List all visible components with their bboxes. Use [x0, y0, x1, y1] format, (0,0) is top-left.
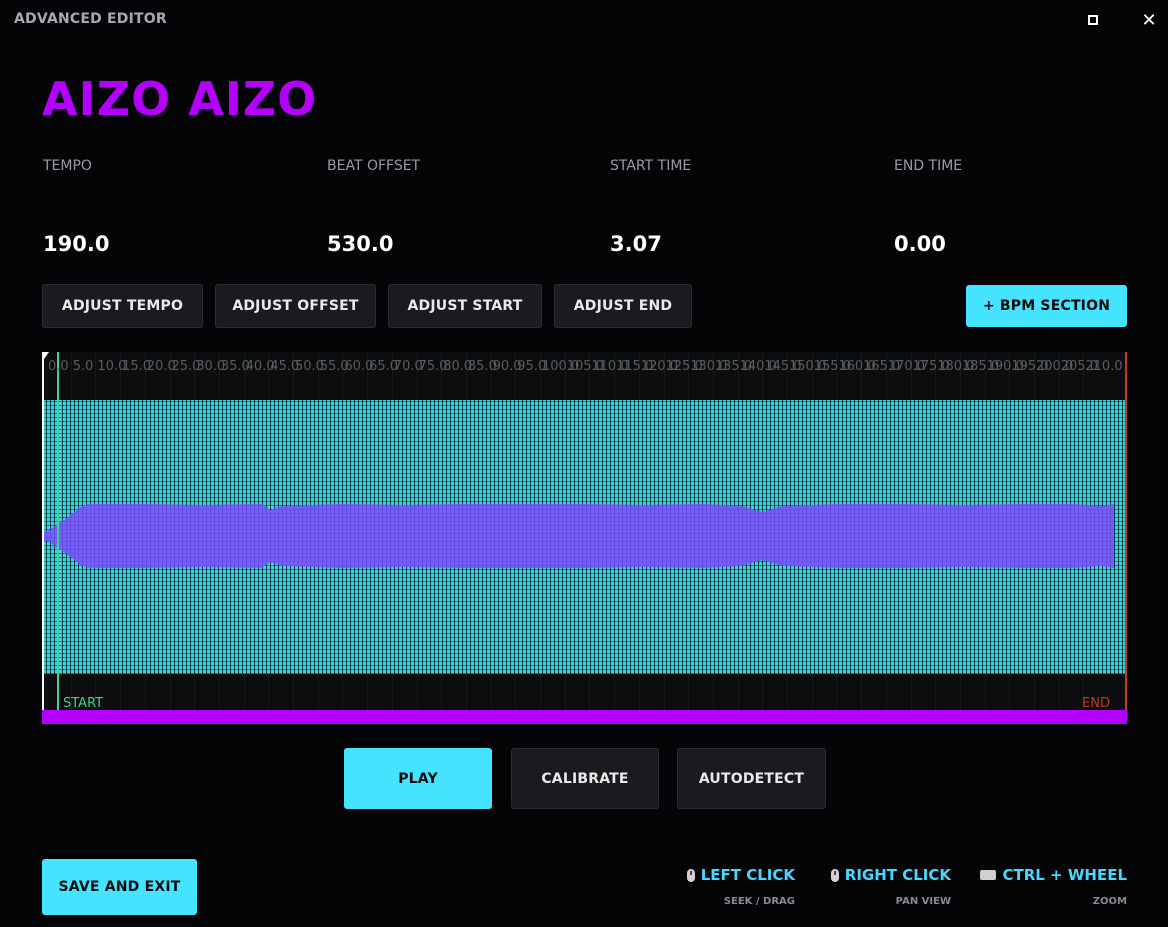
time-tick-label: 0.0 — [48, 359, 69, 374]
maximize-button[interactable] — [1079, 6, 1107, 34]
beat-offset-field: BEAT OFFSET 530.0 — [327, 158, 567, 256]
beat-offset-value: 530.0 — [327, 232, 394, 256]
end-time-label: END TIME — [894, 158, 963, 174]
add-bpm-section-button[interactable]: + BPM SECTION — [966, 285, 1127, 327]
hint-left-click-sub: SEEK / DRAG — [723, 896, 795, 907]
end-time-value: 0.00 — [894, 232, 946, 256]
hint-ctrl-wheel-title: CTRL + WHEEL — [1002, 866, 1127, 884]
save-and-exit-button[interactable]: SAVE AND EXIT — [42, 859, 197, 915]
tempo-value: 190.0 — [43, 232, 110, 256]
time-tick-label: 210.0 — [1085, 359, 1123, 374]
end-marker[interactable] — [1125, 352, 1127, 710]
adjust-tempo-button[interactable]: ADJUST TEMPO — [42, 284, 203, 328]
window-title: ADVANCED EDITOR — [14, 11, 167, 27]
adjust-start-button[interactable]: ADJUST START — [388, 284, 542, 328]
close-icon: ✕ — [1141, 9, 1157, 31]
start-time-label: START TIME — [610, 158, 692, 174]
hint-ctrl-wheel: CTRL + WHEEL ZOOM — [980, 866, 1127, 907]
maximize-icon — [1088, 15, 1098, 25]
start-time-value: 3.07 — [610, 232, 662, 256]
tempo-field: TEMPO 190.0 — [43, 158, 283, 256]
keyboard-icon — [980, 870, 997, 880]
hint-right-click-title: RIGHT CLICK — [844, 866, 951, 884]
waveform-editor[interactable]: 0.0 5.0 10.0 15.0 20.0 25.0 30.0 35.0 40.0 45.0 50… — [42, 352, 1127, 724]
start-marker[interactable] — [57, 352, 59, 710]
adjust-end-button[interactable]: ADJUST END — [554, 284, 692, 328]
close-button[interactable]: ✕ — [1135, 6, 1163, 34]
calibrate-button[interactable]: CALIBRATE — [511, 748, 659, 809]
hint-ctrl-wheel-sub: ZOOM — [1092, 896, 1127, 907]
waveform-envelope — [42, 504, 1114, 568]
end-time-field: END TIME 0.00 — [894, 158, 1134, 256]
beat-offset-label: BEAT OFFSET — [327, 158, 421, 174]
tempo-label: TEMPO — [43, 158, 92, 174]
selection-range-bar[interactable] — [42, 710, 1127, 724]
hint-right-click: RIGHT CLICK PAN VIEW — [830, 866, 951, 907]
adjust-offset-button[interactable]: ADJUST OFFSET — [215, 284, 376, 328]
time-tick-label: 5.0 — [72, 359, 94, 374]
autodetect-button[interactable]: AUTODETECT — [677, 748, 826, 809]
hint-right-click-sub: PAN VIEW — [895, 896, 951, 907]
end-label: END — [1082, 696, 1110, 711]
start-label: START — [63, 696, 104, 711]
hint-left-click-title: LEFT CLICK — [700, 866, 795, 884]
timeline-left-edge — [42, 352, 44, 710]
hint-left-click: LEFT CLICK SEEK / DRAG — [686, 866, 795, 907]
mouse-icon — [830, 868, 839, 882]
mouse-icon — [686, 868, 695, 882]
start-time-field: START TIME 3.07 — [610, 158, 850, 256]
song-title: AIZO AIZO — [42, 72, 318, 126]
play-button[interactable]: PLAY — [344, 748, 492, 809]
